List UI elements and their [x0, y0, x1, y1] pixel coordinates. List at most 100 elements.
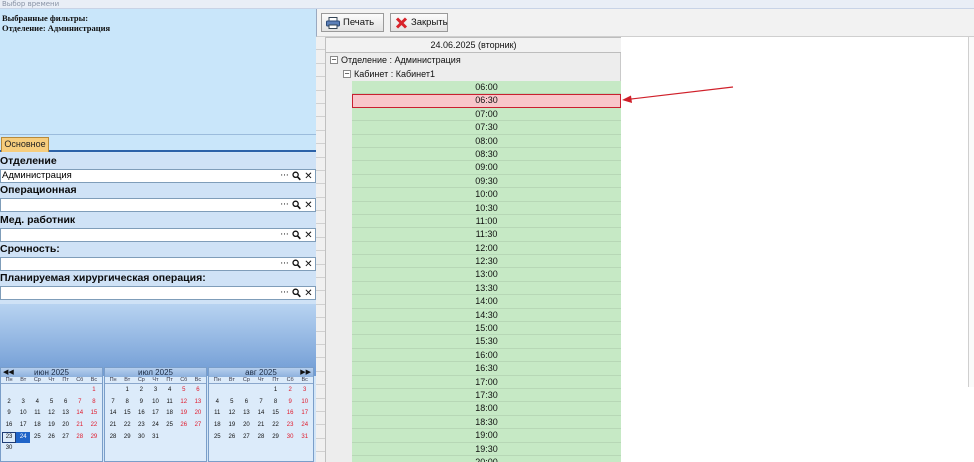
time-slot[interactable]: 15:00: [352, 322, 621, 336]
calendar-day[interactable]: 4: [30, 397, 44, 409]
calendar-day[interactable]: 24: [148, 420, 162, 432]
calendar-day[interactable]: 9: [134, 397, 148, 409]
time-slot[interactable]: 14:30: [352, 308, 621, 323]
time-slot[interactable]: 13:00: [352, 268, 621, 282]
calendar-day[interactable]: 10: [16, 408, 30, 420]
calendar-day[interactable]: 13: [239, 408, 254, 420]
medic-field[interactable]: ··· ✕: [0, 228, 316, 242]
calendar-day[interactable]: 14: [106, 408, 120, 420]
calendar-day[interactable]: 13: [191, 397, 205, 409]
time-slot[interactable]: 15:30: [352, 335, 621, 349]
operating-field[interactable]: ··· ✕: [0, 198, 316, 212]
time-slot[interactable]: 08:00: [352, 134, 621, 148]
calendar-day[interactable]: 23: [283, 420, 298, 432]
calendar-day[interactable]: 14: [254, 408, 269, 420]
group-cabinet[interactable]: − Кабинет : Кабинет1: [343, 67, 435, 81]
calendar-day[interactable]: 22: [87, 420, 101, 432]
clear-icon[interactable]: ✕: [304, 171, 313, 182]
search-icon[interactable]: [292, 259, 301, 270]
time-slot[interactable]: 17:00: [352, 375, 621, 389]
time-slot[interactable]: 20:00: [352, 455, 621, 462]
calendar-day[interactable]: 5: [177, 385, 191, 397]
calendar-day[interactable]: 24: [297, 420, 312, 432]
calendar-day[interactable]: 28: [254, 432, 269, 444]
time-slot[interactable]: 09:00: [352, 161, 621, 175]
collapse-icon[interactable]: −: [330, 56, 338, 64]
calendar-day[interactable]: 20: [239, 420, 254, 432]
time-slot[interactable]: 16:30: [352, 362, 621, 376]
search-icon[interactable]: [292, 171, 301, 182]
tab-main[interactable]: Основное: [1, 137, 49, 152]
calendar-day[interactable]: 15: [87, 408, 101, 420]
clear-icon[interactable]: ✕: [304, 200, 313, 211]
calendar-day[interactable]: 19: [225, 420, 240, 432]
calendar-day[interactable]: 30: [134, 432, 148, 444]
clear-icon[interactable]: ✕: [304, 288, 313, 299]
calendar-day[interactable]: 8: [120, 397, 134, 409]
calendar-day[interactable]: 11: [163, 397, 177, 409]
calendar-day[interactable]: 27: [191, 420, 205, 432]
ellipsis-icon[interactable]: ···: [280, 200, 289, 211]
calendar-day[interactable]: 3: [297, 385, 312, 397]
calendar-day[interactable]: 17: [16, 420, 30, 432]
calendar-day[interactable]: 19: [44, 420, 58, 432]
time-slot[interactable]: 19:00: [352, 429, 621, 443]
calendar-day[interactable]: 3: [148, 385, 162, 397]
search-icon[interactable]: [292, 288, 301, 299]
calendar-day[interactable]: 13: [59, 408, 73, 420]
calendar-day[interactable]: 8: [87, 397, 101, 409]
calendar-day[interactable]: 10: [148, 397, 162, 409]
calendar-day[interactable]: 8: [268, 397, 283, 409]
scrollbar[interactable]: [968, 37, 974, 387]
calendar-day[interactable]: 30: [2, 443, 16, 455]
calendar-day[interactable]: 25: [163, 420, 177, 432]
calendar-day[interactable]: 29: [268, 432, 283, 444]
calendar-day[interactable]: 15: [120, 408, 134, 420]
urgency-field[interactable]: ··· ✕: [0, 257, 316, 271]
calendar-day[interactable]: 25: [30, 432, 44, 444]
calendar-day[interactable]: 9: [283, 397, 298, 409]
time-slot[interactable]: 07:00: [352, 107, 621, 122]
calendar-day[interactable]: 2: [134, 385, 148, 397]
print-button[interactable]: Печать: [321, 13, 384, 32]
calendar-day[interactable]: 29: [87, 432, 101, 444]
calendar-day[interactable]: 27: [59, 432, 73, 444]
calendar-day[interactable]: 18: [163, 408, 177, 420]
clear-icon[interactable]: ✕: [304, 230, 313, 241]
calendar-day[interactable]: 27: [239, 432, 254, 444]
calendar-day[interactable]: 6: [59, 397, 73, 409]
calendar-day[interactable]: 20: [59, 420, 73, 432]
calendar-day[interactable]: 23: [134, 420, 148, 432]
calendar-day[interactable]: 7: [106, 397, 120, 409]
group-department[interactable]: − Отделение : Администрация: [330, 53, 461, 67]
time-slot[interactable]: 11:00: [352, 214, 621, 229]
calendar-day[interactable]: 12: [44, 408, 58, 420]
calendar-day[interactable]: 4: [163, 385, 177, 397]
calendar-day[interactable]: 17: [148, 408, 162, 420]
calendar-day[interactable]: 21: [106, 420, 120, 432]
calendar-day[interactable]: 29: [120, 432, 134, 444]
calendar-day[interactable]: 10: [297, 397, 312, 409]
calendar-day[interactable]: 1: [268, 385, 283, 397]
calendar-day[interactable]: 11: [210, 408, 225, 420]
time-slot[interactable]: 07:30: [352, 121, 621, 135]
calendar-day[interactable]: 23: [2, 431, 17, 444]
collapse-icon[interactable]: −: [343, 70, 351, 78]
calendar-day[interactable]: 3: [16, 397, 30, 409]
calendar-day[interactable]: 18: [210, 420, 225, 432]
calendar-day[interactable]: 21: [254, 420, 269, 432]
calendar-day[interactable]: 1: [120, 385, 134, 397]
calendar-day[interactable]: 15: [268, 408, 283, 420]
time-slot[interactable]: 09:30: [352, 174, 621, 189]
department-field[interactable]: Администрация ··· ✕: [0, 169, 316, 183]
search-icon[interactable]: [292, 200, 301, 211]
calendar-day[interactable]: 14: [73, 408, 87, 420]
time-slot-selected[interactable]: 06:30: [352, 94, 621, 108]
time-slot[interactable]: 14:00: [352, 295, 621, 309]
calendar-day[interactable]: 16: [134, 408, 148, 420]
calendar-day[interactable]: 11: [30, 408, 44, 420]
calendar-day[interactable]: 6: [191, 385, 205, 397]
ellipsis-icon[interactable]: ···: [280, 288, 289, 299]
calendar-day[interactable]: 16: [2, 420, 16, 432]
calendar-day[interactable]: 28: [106, 432, 120, 444]
